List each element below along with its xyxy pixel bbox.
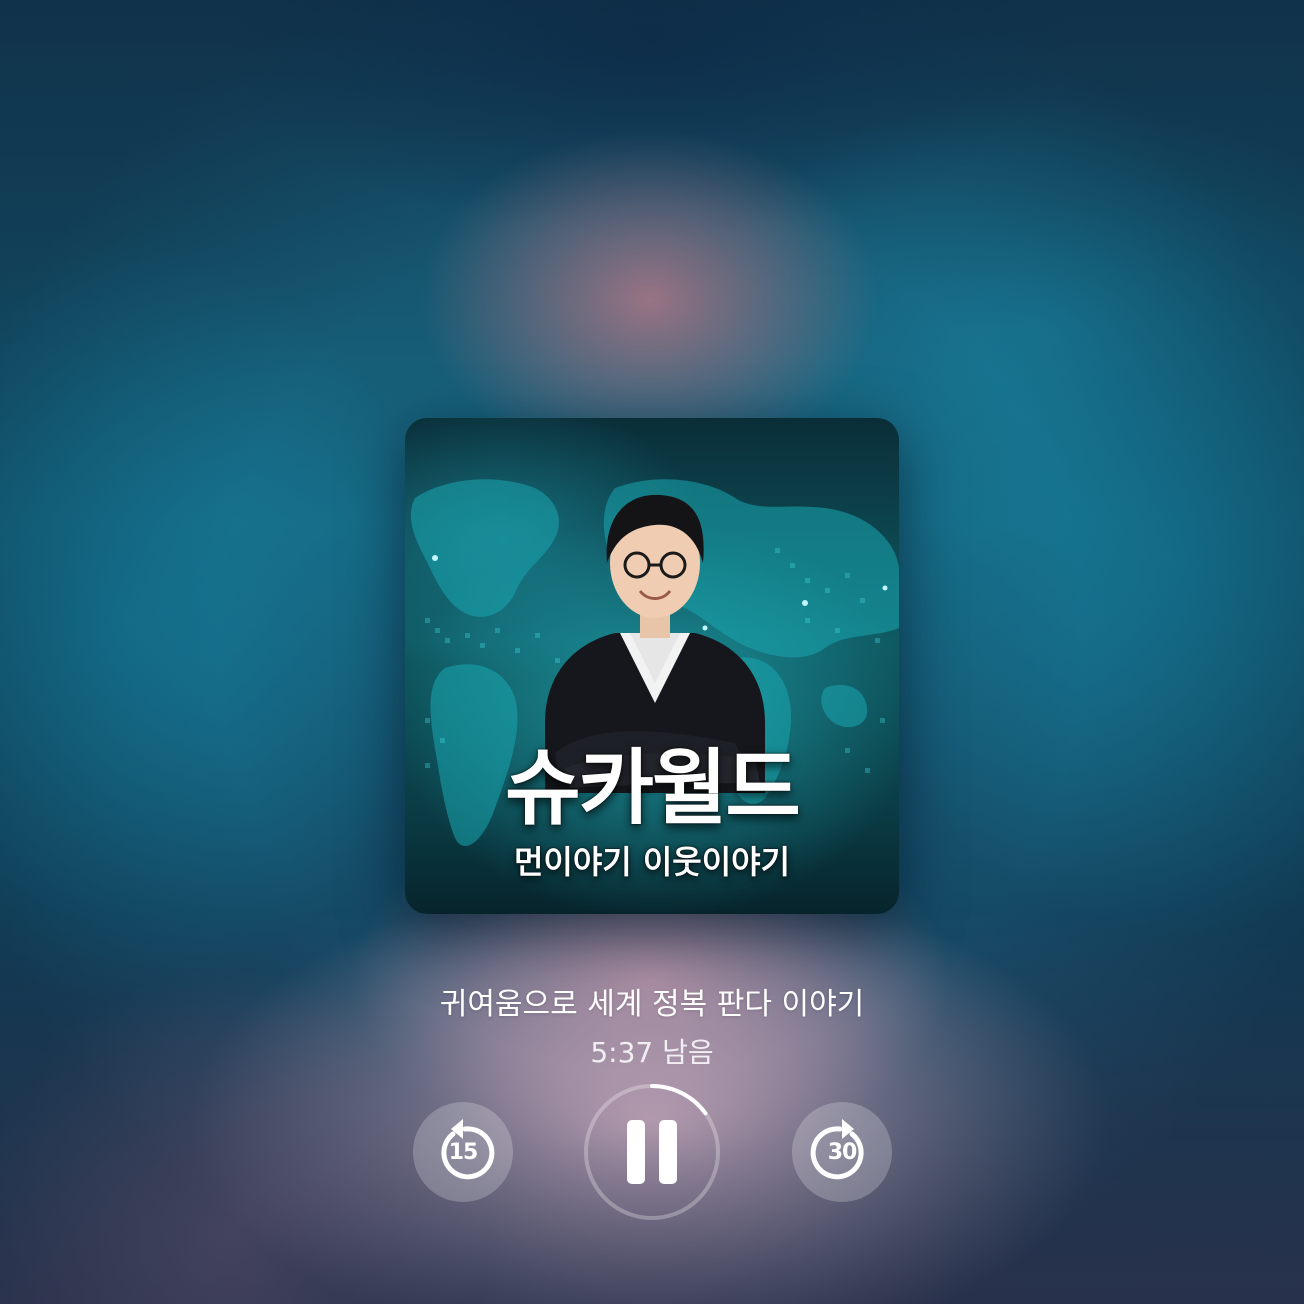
episode-title: 귀여움으로 세계 정복 판다 이야기	[439, 987, 865, 1022]
artwork-subtitle: 먼이야기 이웃이야기	[513, 843, 791, 881]
skip-forward-30-button[interactable]: 30	[792, 1102, 892, 1202]
artwork-title: 슈카월드	[505, 741, 801, 836]
now-playing-screen: 슈카월드 먼이야기 이웃이야기 귀여움으로 세계 정복 판다 이야기 5:37 …	[0, 0, 1304, 1304]
skip-back-seconds: 15	[448, 1140, 479, 1165]
time-remaining: 5:37 남음	[590, 1036, 714, 1069]
pause-icon	[627, 1120, 677, 1184]
podcast-artwork[interactable]: 슈카월드 먼이야기 이웃이야기	[405, 418, 899, 914]
play-pause-button[interactable]	[582, 1082, 722, 1222]
skip-back-15-button[interactable]: 15	[413, 1102, 513, 1202]
skip-forward-seconds: 30	[827, 1140, 858, 1165]
